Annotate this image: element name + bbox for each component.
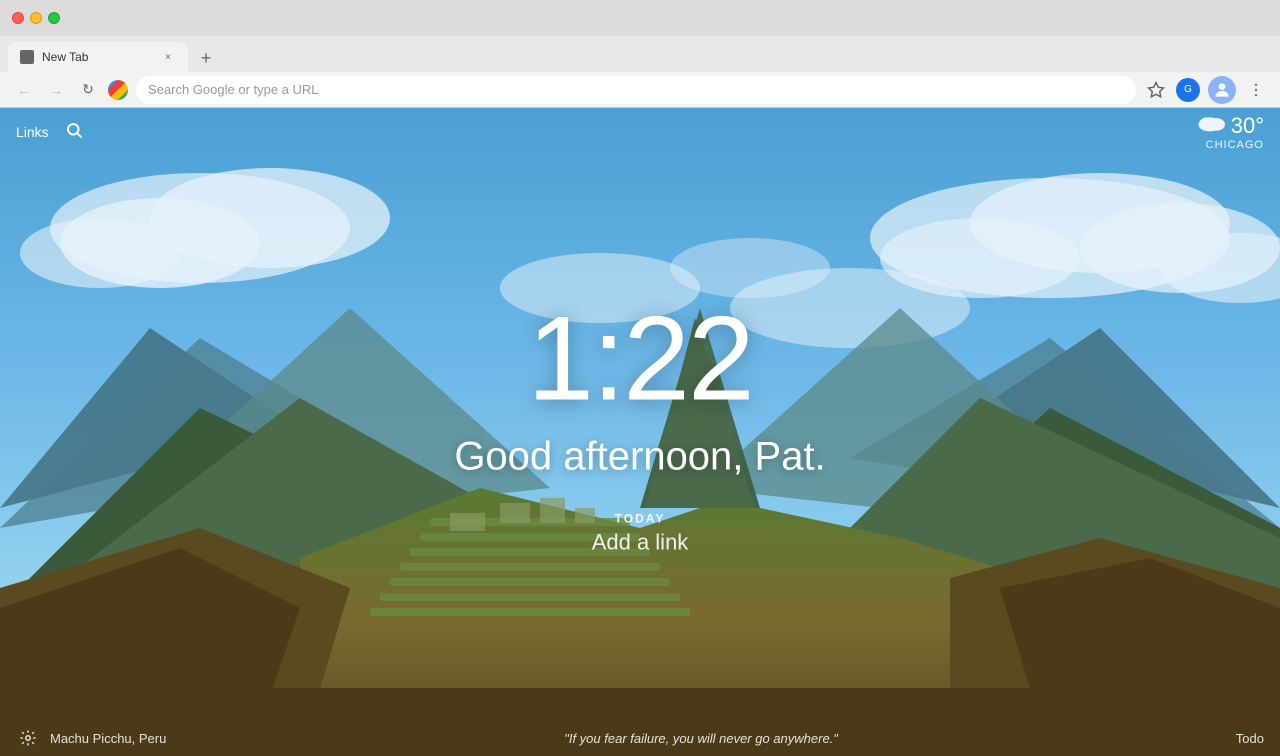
close-button[interactable] bbox=[12, 12, 24, 24]
today-label: TODAY bbox=[615, 511, 666, 525]
location-label: Machu Picchu, Peru bbox=[50, 731, 166, 746]
chrome-menu-icon[interactable] bbox=[1244, 78, 1268, 102]
todo-button[interactable]: Todo bbox=[1236, 731, 1264, 746]
url-input[interactable]: Search Google or type a URL bbox=[136, 76, 1136, 104]
tab-favicon bbox=[20, 50, 34, 64]
newtab-content: Links 30° CHICAGO bbox=[0, 108, 1280, 756]
weather-city: CHICAGO bbox=[1206, 139, 1264, 151]
maximize-button[interactable] bbox=[48, 12, 60, 24]
tab-close-button[interactable]: × bbox=[160, 49, 176, 65]
settings-icon[interactable] bbox=[16, 726, 40, 750]
active-tab[interactable]: New Tab × bbox=[8, 42, 188, 72]
refresh-button[interactable]: ↻ bbox=[76, 78, 100, 102]
links-button[interactable]: Links bbox=[16, 124, 49, 140]
newtab-topbar: Links 30° CHICAGO bbox=[0, 108, 1280, 156]
forward-button[interactable]: → bbox=[44, 78, 68, 102]
url-placeholder: Search Google or type a URL bbox=[148, 82, 319, 97]
back-button[interactable]: ← bbox=[12, 78, 36, 102]
add-link-button[interactable]: Add a link bbox=[592, 529, 689, 555]
toolbar-right: G bbox=[1144, 76, 1268, 104]
bookmark-icon[interactable] bbox=[1144, 78, 1168, 102]
weather-top: 30° bbox=[1197, 113, 1264, 139]
search-icon[interactable] bbox=[65, 121, 83, 144]
minimize-button[interactable] bbox=[30, 12, 42, 24]
title-bar bbox=[0, 0, 1280, 36]
google-account-icon[interactable]: G bbox=[1176, 78, 1200, 102]
tab-bar: New Tab × + bbox=[0, 36, 1280, 72]
user-avatar[interactable] bbox=[1208, 76, 1236, 104]
new-tab-button[interactable]: + bbox=[192, 44, 220, 72]
google-logo bbox=[108, 80, 128, 100]
browser-chrome: New Tab × + ← → ↻ Search Google or type … bbox=[0, 0, 1280, 108]
center-content: 1:22 Good afternoon, Pat. TODAY Add a li… bbox=[454, 298, 825, 555]
address-bar: ← → ↻ Search Google or type a URL G bbox=[0, 72, 1280, 108]
weather-temp: 30° bbox=[1231, 113, 1264, 139]
greeting: Good afternoon, Pat. bbox=[454, 434, 825, 479]
newtab-bottombar: Machu Picchu, Peru "If you fear failure,… bbox=[0, 720, 1280, 756]
traffic-lights bbox=[12, 12, 60, 24]
todo-section: TODAY Add a link bbox=[454, 511, 825, 555]
time-display: 1:22 bbox=[454, 298, 825, 418]
weather-icon bbox=[1197, 113, 1225, 139]
quote-text: "If you fear failure, you will never go … bbox=[166, 731, 1235, 746]
weather-widget: 30° CHICAGO bbox=[1197, 113, 1264, 151]
tab-title: New Tab bbox=[42, 50, 152, 64]
